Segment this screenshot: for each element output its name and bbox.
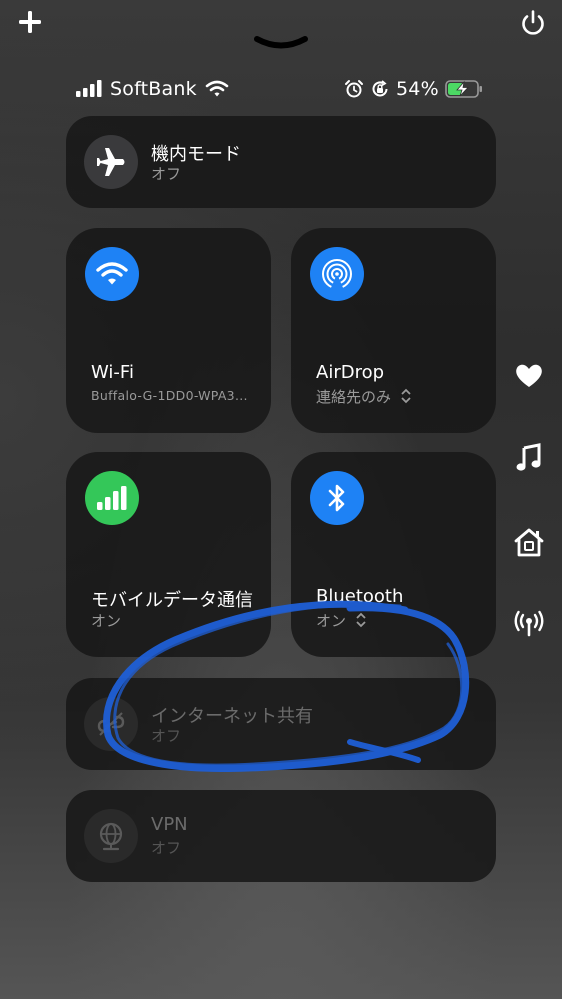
cellular-data-tile[interactable]: モバイルデータ通信 オン (66, 452, 271, 657)
hotspot-link-icon (97, 712, 125, 736)
personal-hotspot-tile[interactable]: インターネット共有 オフ (66, 678, 496, 770)
add-control-button[interactable] (16, 8, 44, 36)
heart-icon (516, 364, 542, 387)
airplane-mode-status: オフ (151, 165, 182, 183)
battery-percent: 54% (396, 78, 439, 100)
bluetooth-label: Bluetooth (316, 586, 404, 607)
wifi-network-name: Buffalo-G-1DD0-WPA3... (91, 388, 248, 403)
airplane-mode-tile[interactable]: 機内モード オフ (66, 116, 496, 208)
orientation-lock-icon (372, 80, 388, 97)
antenna-icon (514, 610, 544, 637)
bluetooth-status: オン (316, 610, 367, 631)
favorites-page-button[interactable] (512, 358, 546, 392)
bluetooth-tile[interactable]: Bluetooth オン (291, 452, 496, 657)
vpn-label: VPN (151, 814, 188, 835)
airdrop-status: 連絡先のみ (316, 386, 412, 407)
vpn-status: オフ (151, 839, 182, 857)
wifi-status-icon (205, 80, 229, 97)
status-bar-left: SoftBank (76, 76, 229, 102)
bluetooth-icon (328, 484, 345, 512)
carrier-name: SoftBank (110, 78, 197, 100)
wifi-toggle[interactable] (85, 247, 139, 301)
music-note-icon (516, 443, 541, 471)
home-icon (514, 528, 544, 557)
hotspot-toggle[interactable] (84, 697, 138, 751)
alarm-icon (345, 80, 363, 98)
vpn-globe-icon (99, 822, 123, 851)
chevron-updown-icon (356, 612, 366, 628)
dismiss-chevron[interactable] (252, 34, 310, 54)
airplane-icon (97, 148, 125, 176)
power-icon (522, 10, 544, 35)
wifi-label: Wi-Fi (91, 362, 134, 383)
airplane-toggle[interactable] (84, 135, 138, 189)
chevron-down-icon (254, 36, 308, 49)
airdrop-label: AirDrop (316, 362, 385, 383)
cellular-toggle[interactable] (85, 471, 139, 525)
chevron-updown-icon (401, 388, 411, 404)
power-button[interactable] (518, 8, 548, 38)
wifi-icon (96, 262, 128, 285)
status-bar-right: 54% (344, 76, 485, 102)
connectivity-page-button[interactable] (512, 606, 546, 640)
vpn-toggle[interactable] (84, 809, 138, 863)
bluetooth-toggle[interactable] (310, 471, 364, 525)
battery-charging-icon (445, 80, 482, 98)
airdrop-icon (322, 259, 352, 290)
airdrop-tile[interactable]: AirDrop 連絡先のみ (291, 228, 496, 433)
home-page-button[interactable] (512, 526, 546, 560)
music-page-button[interactable] (512, 441, 546, 475)
airdrop-toggle[interactable] (310, 247, 364, 301)
hotspot-status: オフ (151, 727, 182, 745)
cellular-label: モバイルデータ通信 (91, 590, 253, 611)
wifi-tile[interactable]: Wi-Fi Buffalo-G-1DD0-WPA3... (66, 228, 271, 433)
signal-bars-icon (76, 80, 102, 97)
cellular-bars-icon (97, 486, 127, 510)
vpn-tile[interactable]: VPN オフ (66, 790, 496, 882)
cellular-status: オン (91, 612, 122, 630)
plus-icon (19, 11, 41, 33)
